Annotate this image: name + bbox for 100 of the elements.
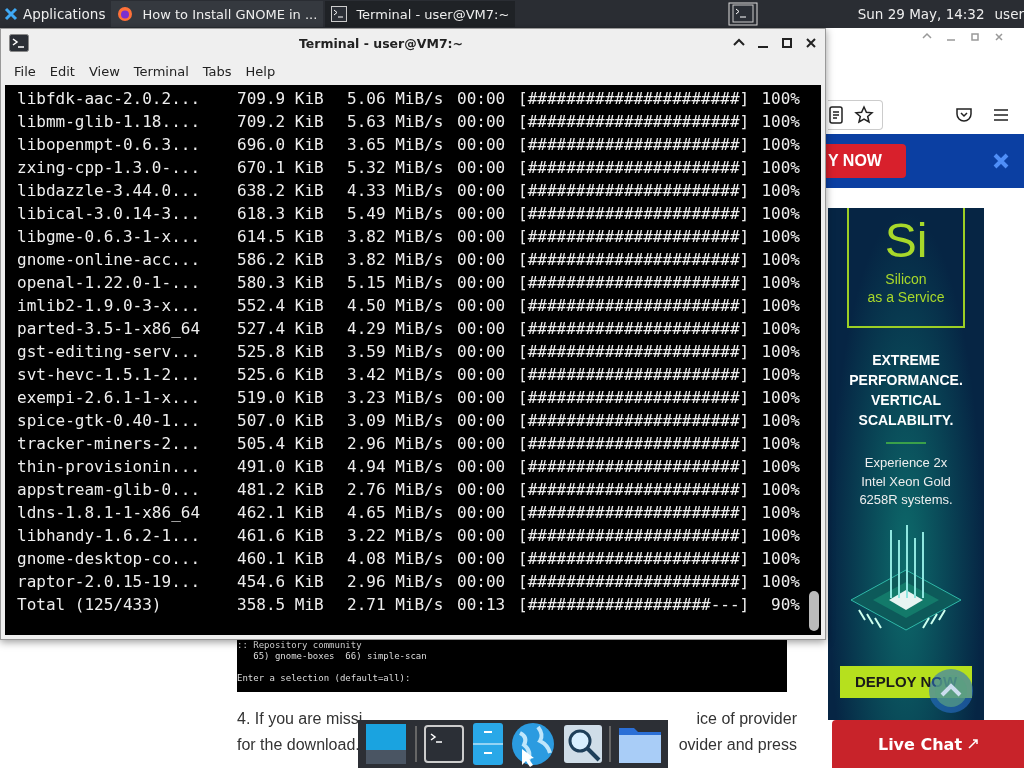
elapsed-time: 00:00	[457, 457, 507, 476]
elapsed-time: 00:00	[457, 181, 507, 200]
scrollbar-thumb[interactable]	[809, 591, 819, 631]
address-bar[interactable]	[828, 100, 883, 130]
file-cabinet-icon[interactable]	[471, 722, 504, 766]
progress-bar-text: [######################]	[518, 411, 751, 430]
progress-bar-text: [###################---]	[518, 595, 751, 614]
taskbar-button[interactable]: Terminal - user@VM7:~	[325, 1, 516, 27]
browser-icon	[117, 6, 134, 22]
percent-text: 100%	[760, 273, 800, 292]
elapsed-time: 00:00	[457, 411, 507, 430]
progress-bar-text: [######################]	[518, 227, 751, 246]
elapsed-time: 00:00	[457, 365, 507, 384]
progress-bar-text: [######################]	[518, 388, 751, 407]
download-size: 618.3 KiB	[237, 204, 325, 223]
elapsed-time: 00:00	[457, 89, 507, 108]
elapsed-time: 00:00	[457, 319, 507, 338]
menu-item[interactable]: Terminal	[126, 63, 196, 79]
download-size: 505.4 KiB	[237, 434, 325, 453]
search-icon[interactable]	[562, 724, 603, 764]
package-name: gnome-desktop-co...	[17, 549, 202, 568]
maximize-icon[interactable]	[781, 37, 793, 49]
progress-bar-text: [######################]	[518, 434, 751, 453]
article-text: ice of provider	[696, 709, 797, 729]
elapsed-time: 00:00	[457, 480, 507, 499]
download-speed: 5.15 MiB/s	[347, 273, 445, 292]
percent-text: 100%	[760, 503, 800, 522]
taskbar-button[interactable]: How to Install GNOME in ...	[111, 1, 324, 27]
elapsed-time: 00:00	[457, 388, 507, 407]
package-name: libfdk-aac-2.0.2...	[17, 89, 202, 108]
download-speed: 2.96 MiB/s	[347, 572, 445, 591]
menu-item[interactable]: Edit	[42, 63, 82, 79]
progress-bar-text: [######################]	[518, 135, 751, 154]
download-speed: 5.06 MiB/s	[347, 89, 445, 108]
pocket-icon[interactable]	[955, 107, 973, 123]
download-size: 638.2 KiB	[237, 181, 325, 200]
download-size: 709.9 KiB	[237, 89, 325, 108]
download-speed: 2.76 MiB/s	[347, 480, 445, 499]
article-text: ovider and press	[678, 735, 797, 755]
package-name: exempi-2.6.1-1-x...	[17, 388, 202, 407]
percent-text: 100%	[760, 480, 800, 499]
package-name: spice-gtk-0.40-1...	[17, 411, 202, 430]
buy-now-button[interactable]: Y NOW	[826, 144, 906, 178]
percent-text: 100%	[760, 89, 800, 108]
package-name: libgme-0.6.3-1-x...	[17, 227, 202, 246]
progress-bar-text: [######################]	[518, 572, 751, 591]
elapsed-time: 00:00	[457, 227, 507, 246]
menu-item[interactable]: Tabs	[195, 63, 239, 79]
globe-icon[interactable]	[510, 721, 557, 767]
user-menu[interactable]: user	[994, 6, 1024, 22]
package-name: thin-provisionin...	[17, 457, 202, 476]
clock[interactable]: Sun 29 May, 14:32	[857, 6, 985, 22]
download-speed: 5.49 MiB/s	[347, 204, 445, 223]
download-speed: 4.33 MiB/s	[347, 181, 445, 200]
package-name: openal-1.22.0-1-...	[17, 273, 202, 292]
percent-text: 100%	[760, 572, 800, 591]
download-size: 586.2 KiB	[237, 250, 325, 269]
elapsed-time: 00:00	[457, 434, 507, 453]
package-name: libopenmpt-0.6.3...	[17, 135, 202, 154]
progress-bar-text: [######################]	[518, 342, 751, 361]
progress-bar-text: [######################]	[518, 549, 751, 568]
menu-item[interactable]: Help	[238, 63, 283, 79]
percent-text: 100%	[760, 434, 800, 453]
download-size: 460.1 KiB	[237, 549, 325, 568]
applications-menu[interactable]: Applications	[0, 0, 112, 28]
package-name: libdazzle-3.44.0...	[17, 181, 202, 200]
terminal-icon	[331, 6, 348, 22]
progress-bar-text: [######################]	[518, 158, 751, 177]
desktop-icon[interactable]	[364, 722, 408, 766]
percent-text: 100%	[760, 365, 800, 384]
download-speed: 4.50 MiB/s	[347, 296, 445, 315]
download-size: 525.8 KiB	[237, 342, 325, 361]
menu-item[interactable]: View	[81, 63, 127, 79]
progress-bar-text: [######################]	[518, 503, 751, 522]
package-name: parted-3.5-1-x86_64	[17, 319, 202, 338]
percent-text: 100%	[760, 319, 800, 338]
progress-bar-text: [######################]	[518, 89, 751, 108]
star-icon[interactable]	[854, 105, 874, 125]
terminal-icon[interactable]	[727, 2, 758, 26]
close-icon[interactable]	[805, 37, 817, 49]
download-speed: 4.29 MiB/s	[347, 319, 445, 338]
download-speed: 4.65 MiB/s	[347, 503, 445, 522]
download-speed: 2.96 MiB/s	[347, 434, 445, 453]
menu-icon[interactable]	[993, 108, 1009, 122]
percent-text: 100%	[760, 227, 800, 246]
live-chat-button[interactable]: Live Chat	[832, 720, 1024, 768]
progress-bar-text: [######################]	[518, 365, 751, 384]
menu-item[interactable]: File	[7, 63, 43, 79]
terminal-icon	[9, 34, 29, 52]
percent-text: 100%	[760, 204, 800, 223]
elapsed-time: 00:00	[457, 296, 507, 315]
package-name: gst-editing-serv...	[17, 342, 202, 361]
terminal-icon[interactable]	[423, 724, 466, 764]
download-speed: 5.63 MiB/s	[347, 112, 445, 131]
download-size: 696.0 KiB	[237, 135, 325, 154]
reader-view-icon[interactable]	[828, 106, 844, 124]
package-name: ldns-1.8.1-1-x86_64	[17, 503, 202, 522]
download-speed: 3.22 MiB/s	[347, 526, 445, 545]
elapsed-time: 00:00	[457, 112, 507, 131]
percent-text: 100%	[760, 388, 800, 407]
